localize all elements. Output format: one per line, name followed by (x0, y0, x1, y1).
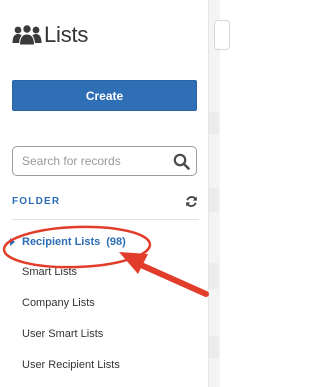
create-button[interactable]: Create (12, 80, 197, 111)
section-divider (12, 219, 199, 220)
sidebar-item-label: Recipient Lists (22, 236, 101, 248)
search-icon[interactable] (173, 153, 190, 175)
right-panel-band (209, 336, 219, 358)
sidebar-item-smart-lists[interactable]: Smart Lists (22, 266, 77, 278)
refresh-icon[interactable] (185, 195, 198, 213)
right-panel-control[interactable] (214, 20, 230, 50)
red-arrow-head (119, 252, 148, 274)
sidebar-item-recipient-lists[interactable]: Recipient Lists (98) (22, 236, 126, 248)
page-header: Lists (12, 20, 88, 50)
item-count-badge: (98) (106, 236, 126, 248)
red-arrow-shaft (138, 262, 209, 297)
right-panel-band (209, 112, 219, 134)
sidebar-item-company-lists[interactable]: Company Lists (22, 297, 95, 309)
users-icon (12, 23, 42, 47)
right-panel-band (209, 263, 219, 289)
search-box (12, 146, 197, 176)
sidebar-item-user-recipient-lists[interactable]: User Recipient Lists (22, 359, 120, 371)
caret-right-icon[interactable] (10, 238, 15, 246)
sidebar-item-user-smart-lists[interactable]: User Smart Lists (22, 328, 103, 340)
search-input[interactable] (22, 152, 167, 170)
right-panel-band (209, 188, 219, 212)
page-title: Lists (44, 22, 89, 47)
folder-heading: FOLDER (12, 196, 61, 207)
